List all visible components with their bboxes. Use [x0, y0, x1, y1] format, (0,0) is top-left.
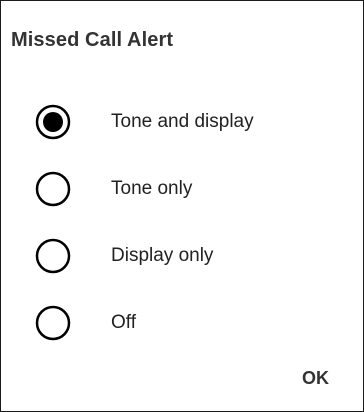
dialog-title: Missed Call Alert: [11, 29, 174, 51]
option-label: Tone only: [111, 178, 193, 199]
option-off[interactable]: Off: [1, 293, 363, 353]
option-label: Display only: [111, 245, 214, 266]
ok-button[interactable]: OK: [300, 364, 331, 393]
option-label: Tone and display: [111, 111, 254, 132]
option-tone-only[interactable]: Tone only: [1, 159, 363, 219]
radio-selected-icon[interactable]: [35, 104, 71, 140]
option-tone-and-display[interactable]: Tone and display: [1, 92, 363, 152]
option-label: Off: [111, 312, 136, 333]
radio-unselected-icon[interactable]: [35, 171, 71, 207]
radio-unselected-icon[interactable]: [35, 238, 71, 274]
missed-call-alert-dialog: Missed Call Alert Tone and display Tone …: [0, 0, 364, 412]
option-display-only[interactable]: Display only: [1, 226, 363, 286]
radio-unselected-icon[interactable]: [35, 305, 71, 341]
